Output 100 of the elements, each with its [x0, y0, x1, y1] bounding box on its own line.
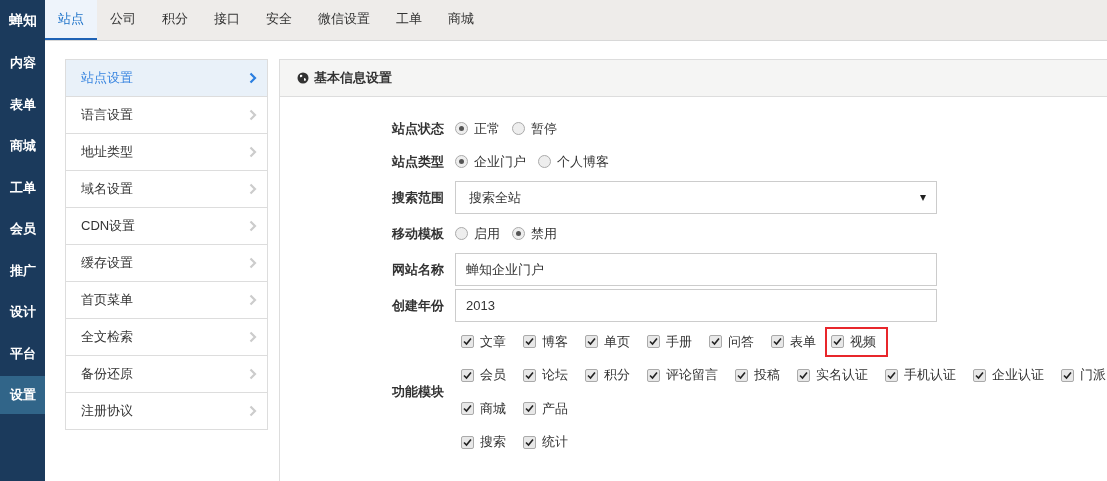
radio-button[interactable] [455, 122, 468, 135]
checkbox[interactable] [771, 335, 784, 349]
checkbox-label: 手机认证 [904, 366, 956, 385]
checkbox[interactable] [523, 402, 536, 416]
field-label: 创建年份 [391, 296, 445, 315]
checkbox[interactable] [647, 335, 660, 349]
field-label: 网站名称 [391, 260, 445, 279]
checkbox-label: 实名认证 [816, 366, 868, 385]
checkbox-label: 文章 [480, 332, 506, 351]
option-label: 企业门户 [474, 152, 526, 171]
checkbox-label: 评论留言 [666, 366, 718, 385]
chevron-icon [249, 405, 257, 417]
nav-item[interactable]: 商城 [0, 127, 45, 165]
tab[interactable]: 积分 [149, 0, 201, 40]
checkbox-label: 搜索 [480, 433, 506, 452]
tab[interactable]: 公司 [97, 0, 149, 40]
checkbox[interactable] [523, 335, 536, 349]
nav-item[interactable]: 内容 [0, 44, 45, 82]
checkbox-label: 视频 [850, 332, 876, 351]
input-field[interactable]: 2013 [455, 289, 937, 322]
option-label: 暂停 [531, 119, 557, 138]
checkbox[interactable] [523, 435, 536, 449]
checkbox[interactable] [735, 368, 748, 382]
option-label: 正常 [474, 119, 500, 138]
checkbox[interactable] [585, 368, 598, 382]
menu-item[interactable]: 语言设置 [66, 96, 267, 133]
checkbox-label: 门派 [1080, 366, 1106, 385]
menu-item[interactable]: 备份还原 [66, 355, 267, 392]
chevron-icon [249, 331, 257, 343]
tab[interactable]: 商城 [435, 0, 487, 40]
radio-button[interactable] [538, 155, 551, 168]
field-label: 站点状态 [391, 119, 445, 138]
menu-item[interactable]: 缓存设置 [66, 244, 267, 281]
menu-item[interactable]: 域名设置 [66, 170, 267, 207]
nav-item[interactable]: 设计 [0, 293, 45, 331]
checkbox[interactable] [973, 368, 986, 382]
dropdown[interactable]: 搜索全站 [455, 181, 937, 214]
checkbox-label: 企业认证 [992, 366, 1044, 385]
option-label: 启用 [474, 224, 500, 243]
radio-button[interactable] [512, 122, 525, 135]
tab[interactable]: 接口 [201, 0, 253, 40]
nav-item[interactable]: 推广 [0, 251, 45, 289]
chevron-icon [249, 146, 257, 158]
checkbox-label: 统计 [542, 433, 568, 452]
nav-item[interactable]: 会员 [0, 210, 45, 248]
field-label: 搜索范围 [391, 188, 445, 207]
checkbox[interactable] [461, 435, 474, 449]
menu-item[interactable]: 注册协议 [66, 392, 267, 429]
menu-item[interactable]: 全文检索 [66, 318, 267, 355]
field-label: 移动模板 [391, 224, 445, 243]
chevron-icon [249, 368, 257, 380]
nav-item[interactable]: 工单 [0, 168, 45, 206]
checkbox-label: 会员 [480, 366, 506, 385]
menu-item[interactable]: 地址类型 [66, 133, 267, 170]
menu-item[interactable]: 首页菜单 [66, 281, 267, 318]
checkbox-label: 商城 [480, 399, 506, 418]
globe-icon [297, 72, 309, 84]
checkbox-label: 积分 [604, 366, 630, 385]
input-field[interactable]: 蝉知企业门户 [455, 253, 937, 286]
chevron-icon [249, 183, 257, 195]
checkbox[interactable] [461, 335, 474, 349]
checkbox[interactable] [797, 368, 810, 382]
tab[interactable]: 安全 [253, 0, 305, 40]
checkbox-label: 投稿 [754, 366, 780, 385]
field-label: 站点类型 [391, 152, 445, 171]
tab[interactable]: 工单 [383, 0, 435, 40]
field-label: 功能模块 [391, 383, 445, 401]
checkbox-label: 产品 [542, 399, 568, 418]
radio-button[interactable] [455, 155, 468, 168]
caret-icon [920, 194, 926, 201]
chevron-icon [249, 220, 257, 232]
chevron-icon [249, 109, 257, 121]
tab[interactable]: 站点 [45, 0, 97, 40]
option-label: 禁用 [531, 224, 557, 243]
nav-item[interactable]: 表单 [0, 85, 45, 123]
checkbox-label: 表单 [790, 332, 816, 351]
checkbox[interactable] [831, 335, 844, 349]
checkbox[interactable] [523, 368, 536, 382]
brand-logo[interactable]: 蝉知 [0, 0, 45, 40]
checkbox-label: 单页 [604, 332, 630, 351]
checkbox-label: 博客 [542, 332, 568, 351]
checkbox[interactable] [461, 402, 474, 416]
nav-item[interactable]: 设置 [0, 376, 45, 414]
checkbox[interactable] [709, 335, 722, 349]
checkbox[interactable] [1061, 368, 1074, 382]
menu-item[interactable]: CDN设置 [66, 207, 267, 244]
tab[interactable]: 微信设置 [305, 0, 383, 40]
checkbox-label: 论坛 [542, 366, 568, 385]
radio-button[interactable] [455, 227, 468, 240]
panel-title: 基本信息设置 [314, 69, 392, 87]
nav-item[interactable]: 平台 [0, 334, 45, 372]
chevron-icon [249, 72, 257, 84]
checkbox-label: 手册 [666, 332, 692, 351]
checkbox[interactable] [647, 368, 660, 382]
checkbox-label: 问答 [728, 332, 754, 351]
checkbox[interactable] [585, 335, 598, 349]
checkbox[interactable] [885, 368, 898, 382]
checkbox[interactable] [461, 368, 474, 382]
radio-button[interactable] [512, 227, 525, 240]
option-label: 个人博客 [557, 152, 609, 171]
